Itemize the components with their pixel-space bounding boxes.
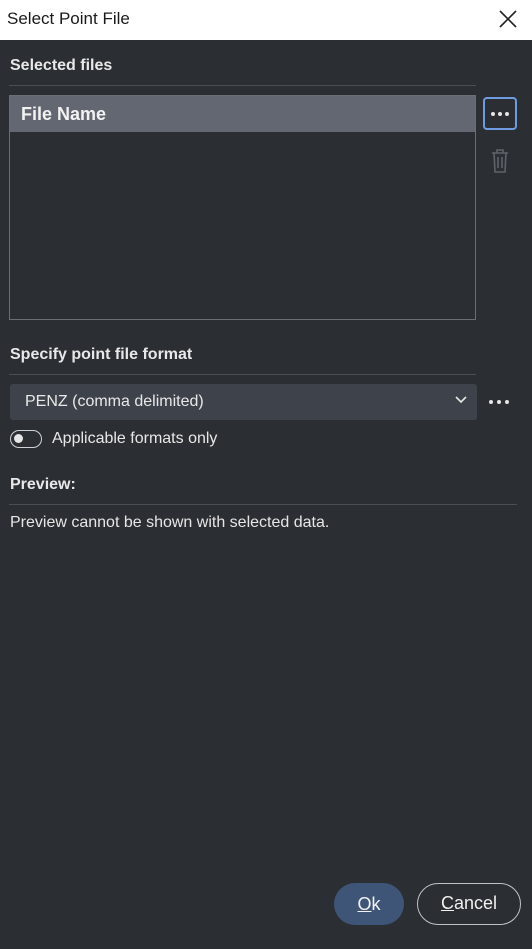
ok-mnemonic: O <box>357 894 372 914</box>
format-selected-value: PENZ (comma delimited) <box>25 393 204 410</box>
format-label: Specify point file format <box>10 346 193 363</box>
divider <box>9 85 476 86</box>
chevron-down-icon <box>455 396 467 404</box>
trash-icon <box>492 149 508 173</box>
title-bar: Select Point File <box>0 0 532 40</box>
applicable-formats-label: Applicable formats only <box>52 430 218 447</box>
ellipsis-icon <box>491 111 509 116</box>
file-name-column-header[interactable]: File Name <box>10 96 475 132</box>
cancel-mnemonic: C <box>440 893 454 913</box>
cancel-button[interactable]: Cancel <box>417 883 521 925</box>
toggle-knob <box>14 434 23 443</box>
preview-message: Preview cannot be shown with selected da… <box>10 514 330 531</box>
ok-label-rest: k <box>371 894 381 914</box>
close-icon <box>499 10 517 28</box>
format-dropdown[interactable]: PENZ (comma delimited) <box>10 384 477 420</box>
browse-files-button[interactable] <box>483 97 517 130</box>
preview-label: Preview: <box>10 476 76 493</box>
divider <box>9 374 476 375</box>
delete-file-button[interactable] <box>489 148 511 174</box>
applicable-formats-toggle[interactable] <box>10 430 42 448</box>
divider <box>9 504 517 505</box>
ellipsis-icon <box>489 400 509 404</box>
format-more-button[interactable] <box>487 392 513 412</box>
cancel-label-rest: ancel <box>453 893 498 913</box>
file-table[interactable]: File Name <box>9 95 476 320</box>
selected-files-label: Selected files <box>10 57 113 74</box>
close-button[interactable] <box>492 4 524 34</box>
ok-button[interactable]: Ok <box>334 883 404 925</box>
window-title: Select Point File <box>7 9 130 28</box>
